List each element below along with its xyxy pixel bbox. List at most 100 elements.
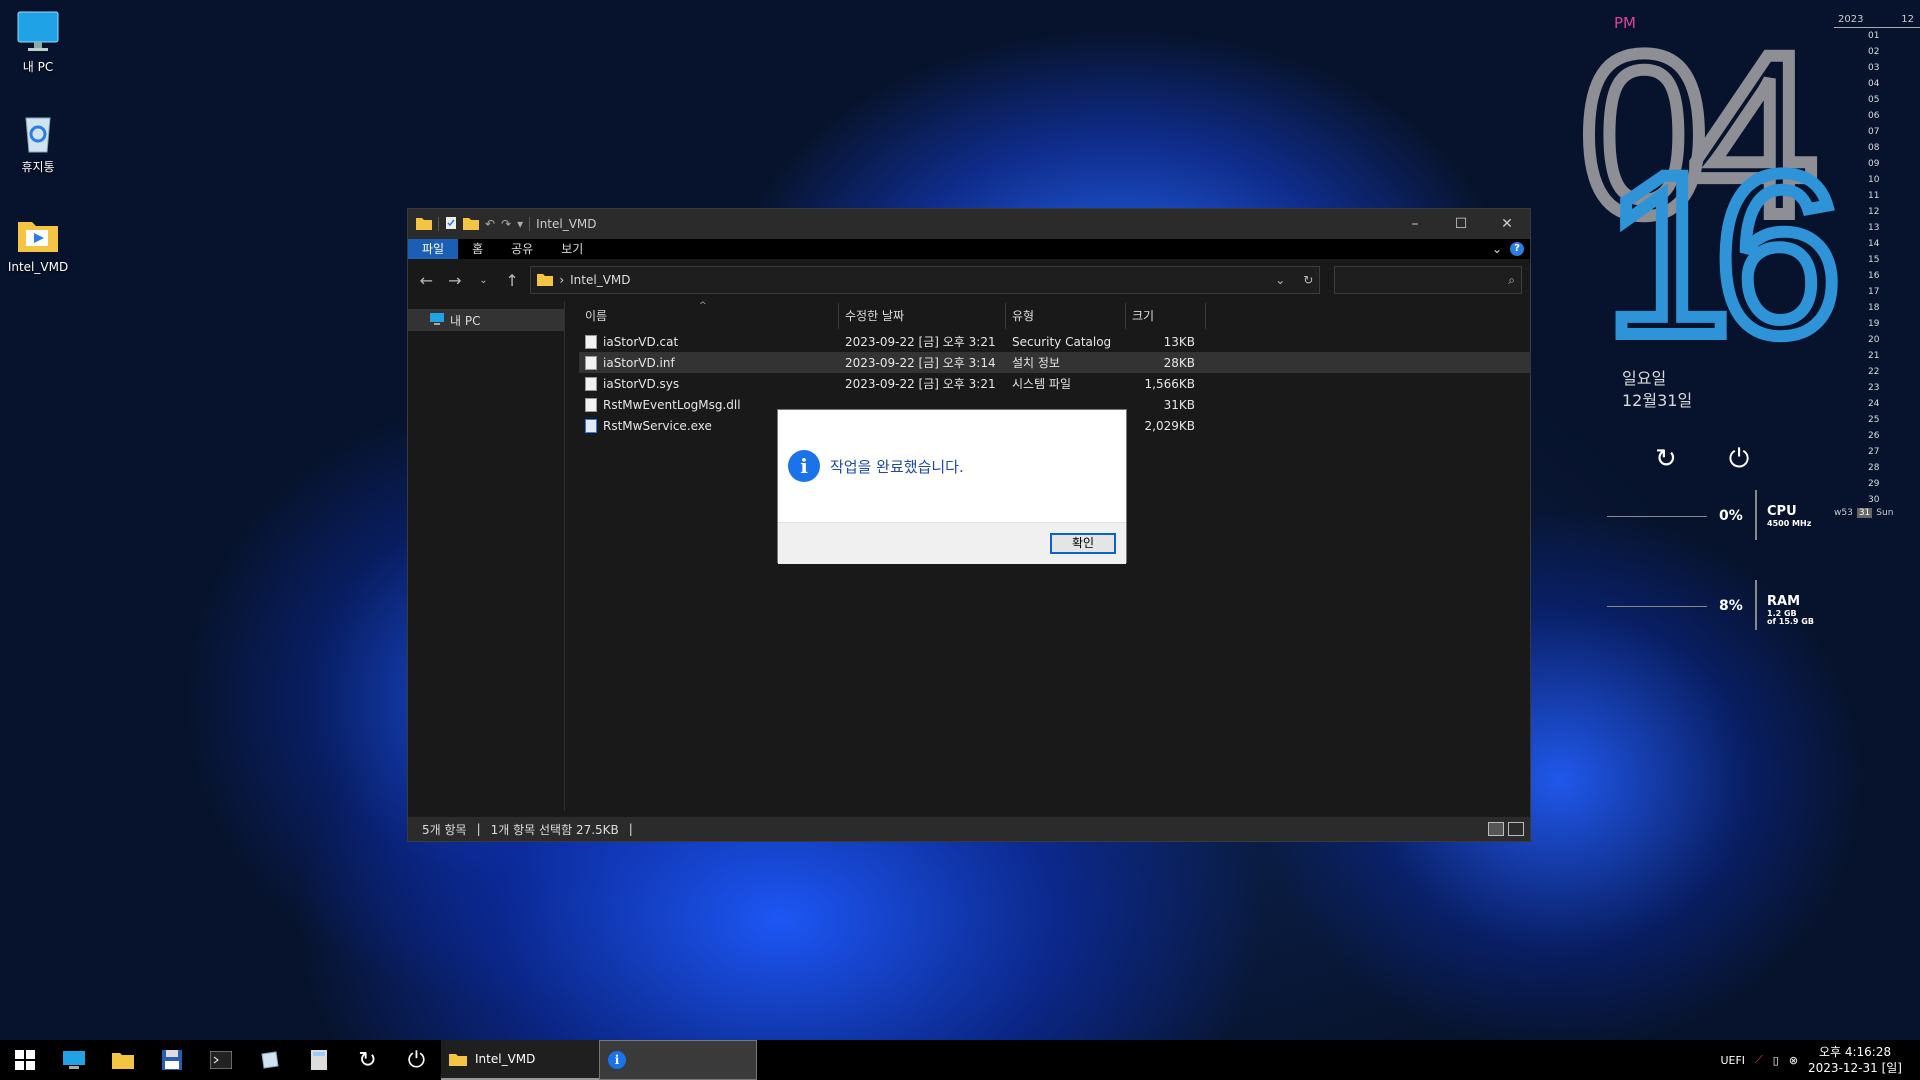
- close-button[interactable]: ✕: [1484, 209, 1530, 239]
- calendar-day: 23: [1868, 383, 1880, 393]
- divider: |: [628, 822, 633, 836]
- desktop-icon-my-pc[interactable]: 내 PC: [2, 10, 74, 75]
- address-bar[interactable]: › Intel_VMD ⌄ ↻: [530, 266, 1321, 294]
- desktop-icon[interactable]: [49, 1040, 98, 1080]
- item-count: 5개 항목: [422, 822, 467, 837]
- weekday: 일요일: [1622, 369, 1667, 388]
- power-icon[interactable]: ⏻: [1729, 444, 1750, 475]
- file-type: Security Catalog: [1012, 334, 1112, 349]
- file-size: 31KB: [1163, 397, 1195, 412]
- sort-ascending-icon: ^: [699, 301, 707, 311]
- recycle-bin-icon: [16, 110, 60, 154]
- divider: [1755, 490, 1757, 540]
- tab-home[interactable]: 홈: [458, 239, 497, 259]
- ok-button[interactable]: 확인: [1050, 533, 1116, 554]
- calendar-day: 30: [1868, 495, 1880, 505]
- calendar-day: 18: [1868, 303, 1880, 313]
- address-dropdown-icon[interactable]: ⌄: [1275, 273, 1285, 287]
- folder-icon: [449, 1054, 467, 1066]
- breadcrumb[interactable]: Intel_VMD: [570, 273, 630, 287]
- calendar-day: 10: [1868, 175, 1880, 185]
- navigation-bar: ← → ⌄ ↑ › Intel_VMD ⌄ ↻ ⌕: [408, 259, 1530, 301]
- tab-share[interactable]: 공유: [497, 239, 547, 259]
- network-icon[interactable]: ⟋: [1755, 1053, 1763, 1067]
- selection-info: 1개 항목 선택함 27.5KB: [490, 822, 619, 837]
- folder-icon: [16, 212, 60, 256]
- file-date: 2023-09-22 [금] 오후 3:21: [845, 335, 996, 349]
- calendar-year: 2023: [1838, 14, 1864, 25]
- large-icons-view-icon[interactable]: [1508, 822, 1524, 836]
- desktop-icon-recycle-bin[interactable]: 휴지통: [2, 110, 74, 175]
- recent-locations-chevron-icon[interactable]: ⌄: [473, 275, 494, 286]
- file-row[interactable]: iaStorVD.cat 2023-09-22 [금] 오후 3:21 Secu…: [579, 331, 1530, 352]
- up-arrow-icon[interactable]: ↑: [502, 271, 523, 290]
- calendar-day: 21: [1868, 351, 1880, 361]
- refresh-icon[interactable]: ↻: [1303, 273, 1313, 287]
- calendar-days: 01 02 03 04 05 06 07 08 09 10 11 12 13 14 15 16 17 18 19 20…: [1868, 28, 1920, 508]
- customize-toolbar-icon[interactable]: ▾: [517, 217, 523, 231]
- column-header-size[interactable]: 크기: [1126, 303, 1206, 329]
- column-header-type[interactable]: 유형: [1006, 303, 1126, 329]
- column-header-date[interactable]: 수정한 날짜: [839, 303, 1006, 329]
- tab-file[interactable]: 파일: [408, 239, 459, 259]
- properties-icon[interactable]: [445, 216, 457, 233]
- expand-ribbon-icon[interactable]: ⌄: [1492, 242, 1502, 256]
- breadcrumb-separator[interactable]: ›: [559, 273, 564, 287]
- forward-arrow-icon[interactable]: →: [445, 271, 466, 290]
- title-bar[interactable]: ↶ ↷ ▾ Intel_VMD – ☐ ✕: [408, 209, 1530, 239]
- file-name: iaStorVD.inf: [603, 355, 675, 370]
- calendar-day: 25: [1868, 415, 1880, 425]
- calendar-widget: 2023 12 01 02 03 04 05 06 07 08 09 10 11 12 13 14 15 16…: [1834, 14, 1920, 518]
- desktop-icon-intel-vmd[interactable]: Intel_VMD: [2, 212, 74, 274]
- search-input[interactable]: ⌕: [1334, 266, 1522, 294]
- nav-item-my-pc[interactable]: 내 PC: [408, 309, 564, 331]
- ram-usage: 1.2 GB of 15.9 GB: [1767, 609, 1814, 626]
- floppy-disk-icon[interactable]: [147, 1040, 196, 1080]
- undo-icon[interactable]: ↶: [485, 217, 495, 231]
- details-view-icon[interactable]: [1488, 822, 1504, 836]
- taskbar-item-message-dialog[interactable]: i: [599, 1040, 757, 1080]
- folder-icon: [416, 216, 432, 233]
- command-prompt-icon[interactable]: [196, 1040, 245, 1080]
- calculator-icon[interactable]: [294, 1040, 343, 1080]
- back-arrow-icon[interactable]: ←: [416, 271, 437, 290]
- calendar-day: 24: [1868, 399, 1880, 409]
- file-date: 2023-09-22 [금] 오후 3:14: [845, 356, 996, 370]
- folder-icon: [537, 272, 554, 289]
- file-type: 시스템 파일: [1012, 377, 1072, 391]
- divider: [438, 217, 439, 231]
- file-name: RstMwService.exe: [603, 418, 712, 433]
- column-header-name[interactable]: 이름 ^: [579, 301, 839, 329]
- file-row[interactable]: iaStorVD.inf 2023-09-22 [금] 오후 3:14 설치 정…: [579, 352, 1530, 373]
- file-row[interactable]: iaStorVD.sys 2023-09-22 [금] 오후 3:21 시스템 …: [579, 373, 1530, 394]
- new-folder-icon[interactable]: [463, 216, 479, 233]
- taskbar: ↻ ⏻ Intel_VMD i UEFI ⟋ ▯ ⊗ 오후 4:16:28 20…: [0, 1040, 1920, 1080]
- file-explorer-icon[interactable]: [98, 1040, 147, 1080]
- power-icon[interactable]: ⏻: [392, 1040, 441, 1080]
- ram-label: RAM: [1767, 594, 1801, 609]
- tray-clock[interactable]: 오후 4:16:28 2023-12-31 [일]: [1808, 1044, 1902, 1076]
- notepad-icon[interactable]: [245, 1040, 294, 1080]
- restart-icon[interactable]: ↻: [343, 1040, 392, 1080]
- maximize-button[interactable]: ☐: [1438, 209, 1484, 239]
- exe-file-icon: [585, 418, 597, 433]
- quick-access-toolbar: ↶ ↷ ▾: [416, 216, 531, 233]
- close-circle-icon[interactable]: ⊗: [1789, 1054, 1798, 1067]
- message-dialog: i 작업을 완료했습니다. 확인: [777, 409, 1127, 564]
- calendar-day: 01: [1868, 31, 1880, 41]
- redo-icon[interactable]: ↷: [501, 217, 511, 231]
- calendar-day: 14: [1868, 239, 1880, 249]
- tab-view[interactable]: 보기: [547, 239, 597, 259]
- desktop-icon-label: 내 PC: [22, 60, 54, 74]
- restart-icon[interactable]: ↻: [1655, 444, 1677, 475]
- minimize-button[interactable]: –: [1392, 209, 1438, 239]
- status-bar: 5개 항목 | 1개 항목 선택함 27.5KB |: [408, 817, 1530, 841]
- usb-icon[interactable]: ▯: [1773, 1054, 1779, 1067]
- desktop-icon-label: 휴지통: [21, 160, 55, 174]
- week-number: w53: [1834, 508, 1853, 518]
- help-icon[interactable]: ?: [1510, 242, 1524, 256]
- taskbar-item-intel-vmd[interactable]: Intel_VMD: [441, 1040, 599, 1080]
- calendar-day: 28: [1868, 463, 1880, 473]
- navigation-pane: 내 PC: [408, 301, 565, 811]
- start-button[interactable]: [0, 1040, 49, 1080]
